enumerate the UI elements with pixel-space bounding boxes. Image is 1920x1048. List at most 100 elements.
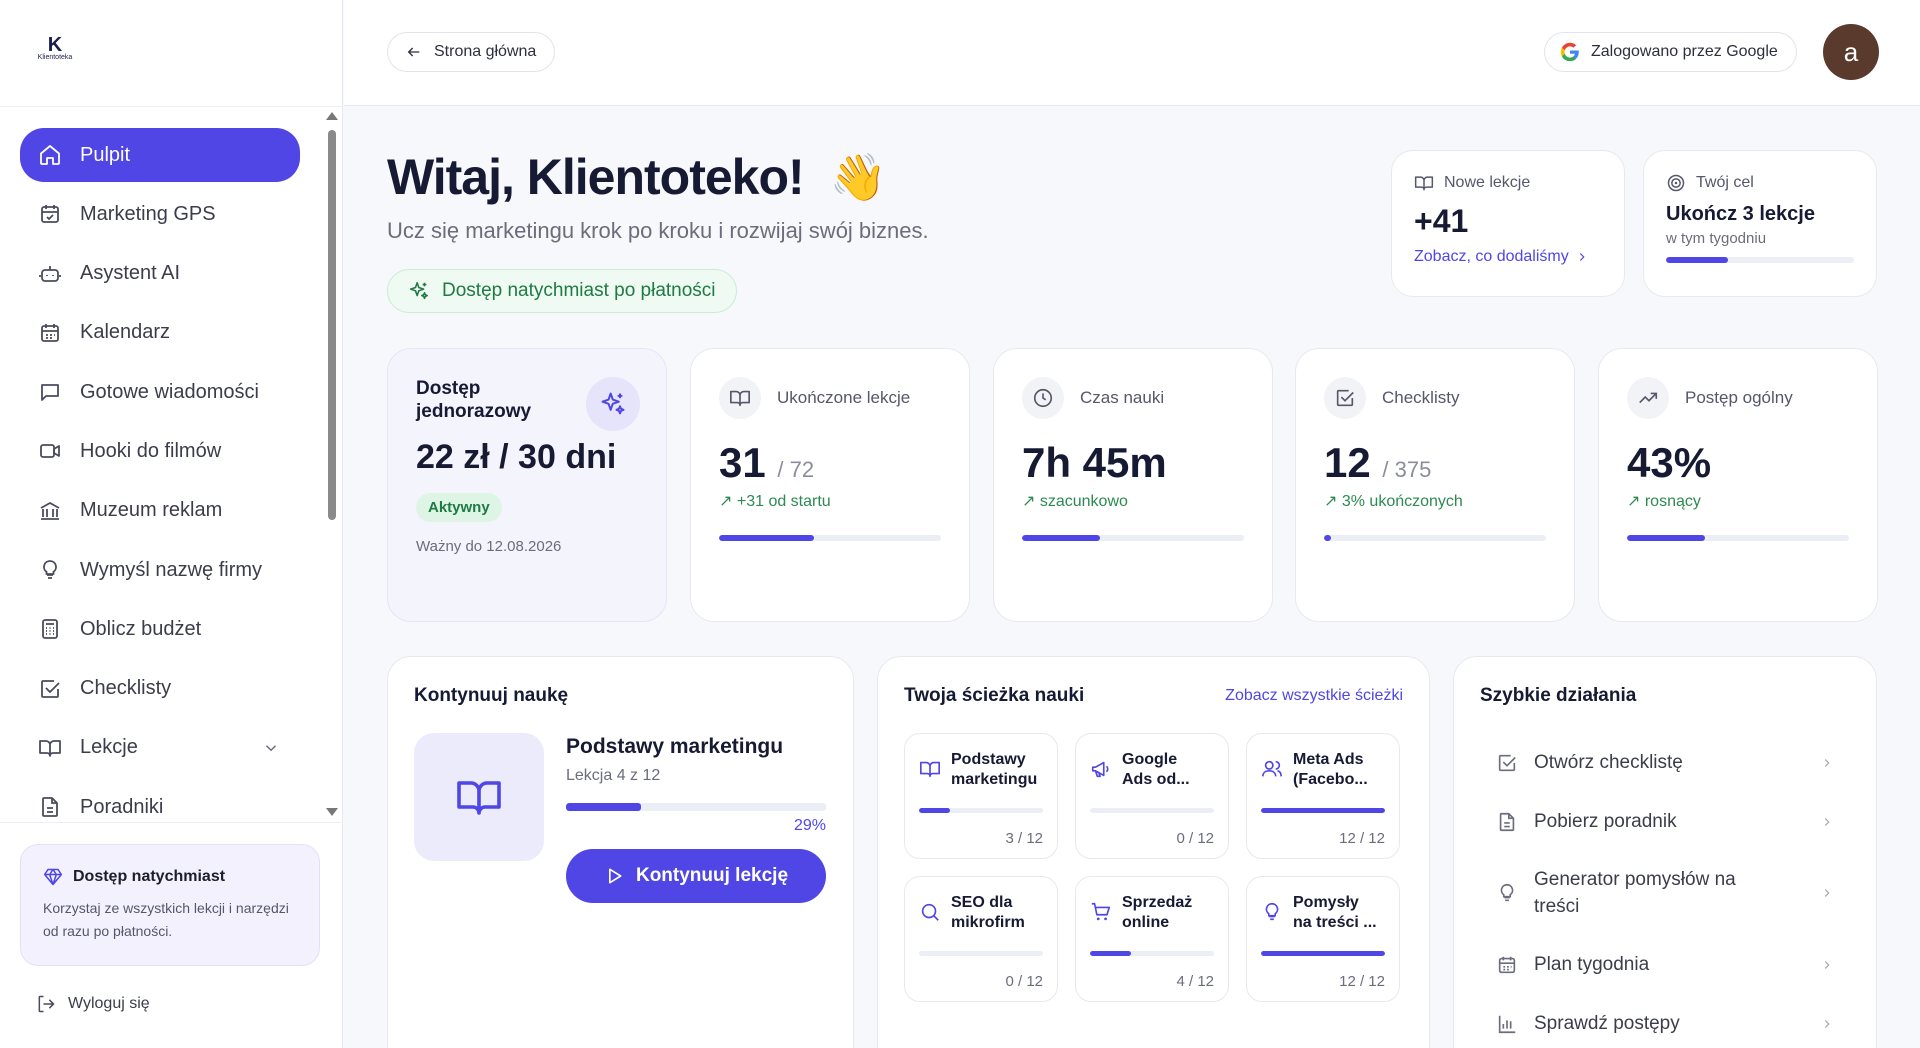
new-lessons-link[interactable]: Zobacz, co dodaliśmy	[1414, 248, 1602, 266]
sidebar-item-pulpit[interactable]: Pulpit	[20, 128, 300, 182]
path-card-podstawy[interactable]: Podstawy marketingu 3 / 12	[904, 733, 1058, 859]
action-week-plan[interactable]: Plan tygodnia	[1480, 935, 1850, 994]
instant-access-promo: Dostęp natychmiast Korzystaj ze wszystki…	[20, 844, 320, 966]
promo-text: Korzystaj ze wszystkich lekcji i narzędz…	[43, 900, 289, 939]
goal-title: Ukończ 3 lekcje	[1666, 203, 1815, 225]
logo-text: Klientoteka	[37, 54, 73, 61]
path-name-line: Podstawy	[951, 751, 1026, 768]
all-paths-link[interactable]: Zobacz wszystkie ścieżki	[1225, 687, 1403, 705]
sidebar-scrollbar[interactable]	[326, 108, 338, 820]
stat-label: Postęp ogólny	[1685, 388, 1793, 407]
checkbox-icon	[1334, 387, 1356, 409]
stat-value: 43%	[1627, 439, 1849, 487]
access-valid-until: Ważny do 12.08.2026	[416, 538, 562, 555]
logout-icon	[36, 994, 56, 1014]
scroll-up-arrow-icon[interactable]	[326, 112, 338, 120]
stat-number: 7h 45m	[1022, 439, 1167, 486]
sidebar-item-lekcje[interactable]: Lekcje	[20, 721, 300, 775]
sparkle-icon	[408, 280, 430, 302]
sidebar-item-label: Muzeum reklam	[80, 499, 223, 522]
continue-lesson-button[interactable]: Kontynuuj lekcję	[566, 849, 826, 903]
sidebar-item-nazwa-firmy[interactable]: Wymyśl nazwę firmy	[20, 543, 300, 597]
stat-progress-fill	[1627, 535, 1705, 541]
path-header: SEO dla mikrofirm	[919, 893, 1043, 933]
path-count: 12 / 12	[1339, 973, 1385, 990]
paths-grid: Podstawy marketingu 3 / 12 Google Ads od…	[904, 733, 1400, 1002]
museum-icon	[38, 499, 62, 523]
sidebar-item-marketing-gps[interactable]: Marketing GPS	[20, 187, 300, 241]
cart-icon	[1090, 901, 1112, 923]
scroll-down-arrow-icon[interactable]	[326, 808, 338, 816]
instant-access-badge: Dostęp natychmiast po płatności	[387, 269, 737, 313]
stat-value: 7h 45m	[1022, 439, 1244, 487]
goal-progress-bar	[1666, 257, 1854, 263]
action-open-checklist[interactable]: Otwórz checklistę	[1480, 733, 1850, 792]
bar-chart-icon	[1496, 1013, 1518, 1035]
play-icon	[604, 866, 624, 886]
home-button[interactable]: Strona główna	[387, 32, 556, 72]
sidebar-item-label: Wymyśl nazwę firmy	[80, 558, 263, 581]
panel-title: Szybkie działania	[1480, 685, 1637, 706]
sidebar-item-label: Oblicz budżet	[80, 617, 202, 640]
sidebar-item-kalendarz[interactable]: Kalendarz	[20, 306, 300, 360]
action-download-guide[interactable]: Pobierz poradnik	[1480, 792, 1850, 851]
calendar-icon	[1496, 954, 1518, 976]
action-content-ideas[interactable]: Generator pomysłów na treści	[1480, 851, 1850, 935]
action-check-progress[interactable]: Sprawdź postępy	[1480, 994, 1850, 1048]
logout-label: Wyloguj się	[68, 995, 150, 1012]
path-progress-fill	[1261, 808, 1385, 813]
sidebar-item-hooki[interactable]: Hooki do filmów	[20, 424, 300, 478]
divider	[0, 106, 343, 107]
stat-card-lessons: Ukończone lekcje 31 / 72 ↗ +31 od startu	[690, 348, 970, 622]
goal-subtitle: w tym tygodniu	[1666, 230, 1767, 247]
google-login-badge[interactable]: Zalogowano przez Google	[1544, 32, 1797, 72]
new-lessons-header: Nowe lekcje	[1414, 173, 1602, 193]
path-name-line: Google	[1122, 751, 1178, 768]
goal-label: Twój cel	[1696, 174, 1754, 191]
scroll-thumb[interactable]	[328, 130, 336, 520]
sidebar-item-label: Poradniki	[80, 795, 164, 818]
lightbulb-icon	[38, 558, 62, 582]
path-card-sprzedaz[interactable]: Sprzedaż online 4 / 12	[1075, 876, 1229, 1002]
video-icon	[38, 439, 62, 463]
clock-icon	[1032, 387, 1054, 409]
path-name-line: (Facebo...	[1293, 771, 1368, 788]
sidebar-item-label: Hooki do filmów	[80, 439, 222, 462]
path-card-meta-ads[interactable]: Meta Ads (Facebo... 12 / 12	[1246, 733, 1400, 859]
sidebar-item-budzet[interactable]: Oblicz budżet	[20, 602, 300, 656]
logout-button[interactable]: Wyloguj się	[36, 994, 150, 1014]
action-label: Pobierz poradnik	[1534, 811, 1677, 832]
stat-progress-bar	[719, 535, 941, 541]
book-icon	[38, 736, 62, 760]
sparkle-icon	[599, 390, 627, 418]
avatar[interactable]: a	[1823, 24, 1879, 80]
sidebar-item-asystent-ai[interactable]: Asystent AI	[20, 247, 300, 301]
stat-header: Ukończone lekcje	[719, 377, 941, 419]
arrow-left-icon	[406, 44, 422, 60]
path-count: 0 / 12	[1005, 973, 1043, 990]
sidebar-item-checklisty[interactable]: Checklisty	[20, 662, 300, 716]
sidebar-item-gotowe-wiadomosci[interactable]: Gotowe wiadomości	[20, 365, 300, 419]
chevron-down-icon[interactable]	[262, 739, 280, 757]
sidebar-item-label: Asystent AI	[80, 262, 181, 285]
stat-card-overall: Postęp ogólny 43% ↗ rosnący	[1598, 348, 1878, 622]
chevron-right-icon	[1820, 1017, 1834, 1031]
path-name: Sprzedaż online	[1122, 893, 1214, 933]
course-thumbnail[interactable]	[414, 733, 544, 861]
sidebar-item-poradniki[interactable]: Poradniki	[20, 780, 300, 818]
robot-icon	[38, 262, 62, 286]
path-header: Pomysły na treści ...	[1261, 893, 1385, 933]
topbar: Strona główna Zalogowano przez Google a	[344, 0, 1920, 106]
sidebar-item-muzeum[interactable]: Muzeum reklam	[20, 484, 300, 538]
path-card-google-ads[interactable]: Google Ads od... 0 / 12	[1075, 733, 1229, 859]
path-card-pomysly[interactable]: Pomysły na treści ... 12 / 12	[1246, 876, 1400, 1002]
path-name: SEO dla mikrofirm	[951, 893, 1043, 933]
path-header: Google Ads od...	[1090, 750, 1214, 790]
path-card-seo[interactable]: SEO dla mikrofirm 0 / 12	[904, 876, 1058, 1002]
google-login-label: Zalogowano przez Google	[1591, 43, 1778, 60]
stat-number: 12	[1324, 439, 1371, 486]
path-progress-bar	[919, 808, 1043, 813]
status-badge: Aktywny	[416, 493, 502, 522]
course-name: Podstawy marketingu	[566, 735, 784, 758]
logo[interactable]: K Klientoteka	[34, 35, 76, 66]
